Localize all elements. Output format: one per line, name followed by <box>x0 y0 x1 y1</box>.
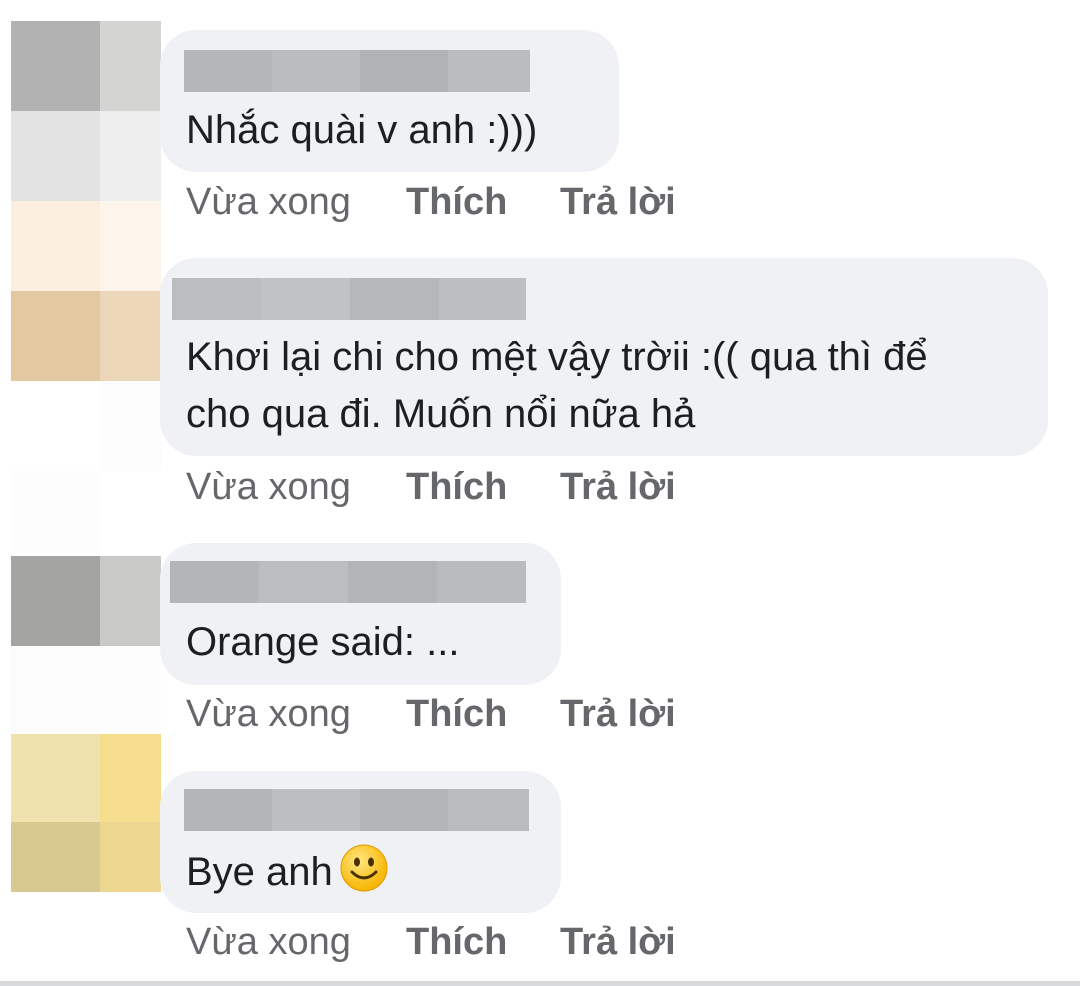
comment-timestamp: Vừa xong <box>186 181 351 223</box>
like-button[interactable]: Thích <box>406 689 507 739</box>
comment-text-line-2: cho qua đi. Muốn nổi nữa hả <box>186 392 696 436</box>
comment-timestamp: Vừa xong <box>186 921 351 963</box>
like-button[interactable]: Thích <box>406 917 507 967</box>
comment-timestamp: Vừa xong <box>186 466 351 508</box>
comment-text: Bye anh <box>186 843 389 900</box>
comment-timestamp: Vừa xong <box>186 693 351 735</box>
like-button[interactable]: Thích <box>406 177 507 227</box>
avatar[interactable] <box>11 201 161 381</box>
comment-bubble: Nhắc quài v anh :))) <box>160 30 619 172</box>
like-button[interactable]: Thích <box>406 462 507 512</box>
comment-bubble: Orange said: ... <box>160 543 561 685</box>
avatar[interactable] <box>11 734 161 892</box>
avatar[interactable] <box>11 21 161 201</box>
comment-bubble: Khơi lại chi cho mệt vậy trờii :(( qua t… <box>160 258 1048 456</box>
avatar-fade <box>11 381 161 561</box>
author-name-redacted[interactable] <box>170 561 526 603</box>
author-name-redacted[interactable] <box>184 789 529 831</box>
comment-text: Orange said: ... <box>186 620 460 664</box>
reply-button[interactable]: Trả lời <box>560 462 676 512</box>
smiling-face-emoji-icon <box>340 844 388 892</box>
comment-text-line-1: Khơi lại chi cho mệt vậy trờii :(( qua t… <box>186 335 928 379</box>
reply-button[interactable]: Trả lời <box>560 917 676 967</box>
comment-text-content: Bye anh <box>186 850 333 894</box>
avatar[interactable] <box>11 556 161 736</box>
reply-button[interactable]: Trả lời <box>560 177 676 227</box>
author-name-redacted[interactable] <box>172 278 526 320</box>
comment-thread: Nhắc quài v anh :))) Vừa xong Thích Trả … <box>0 0 1080 986</box>
reply-button[interactable]: Trả lời <box>560 689 676 739</box>
author-name-redacted[interactable] <box>184 50 530 92</box>
divider <box>0 981 1080 986</box>
comment-bubble: Bye anh <box>160 771 561 913</box>
comment-text: Nhắc quài v anh :))) <box>186 108 538 152</box>
